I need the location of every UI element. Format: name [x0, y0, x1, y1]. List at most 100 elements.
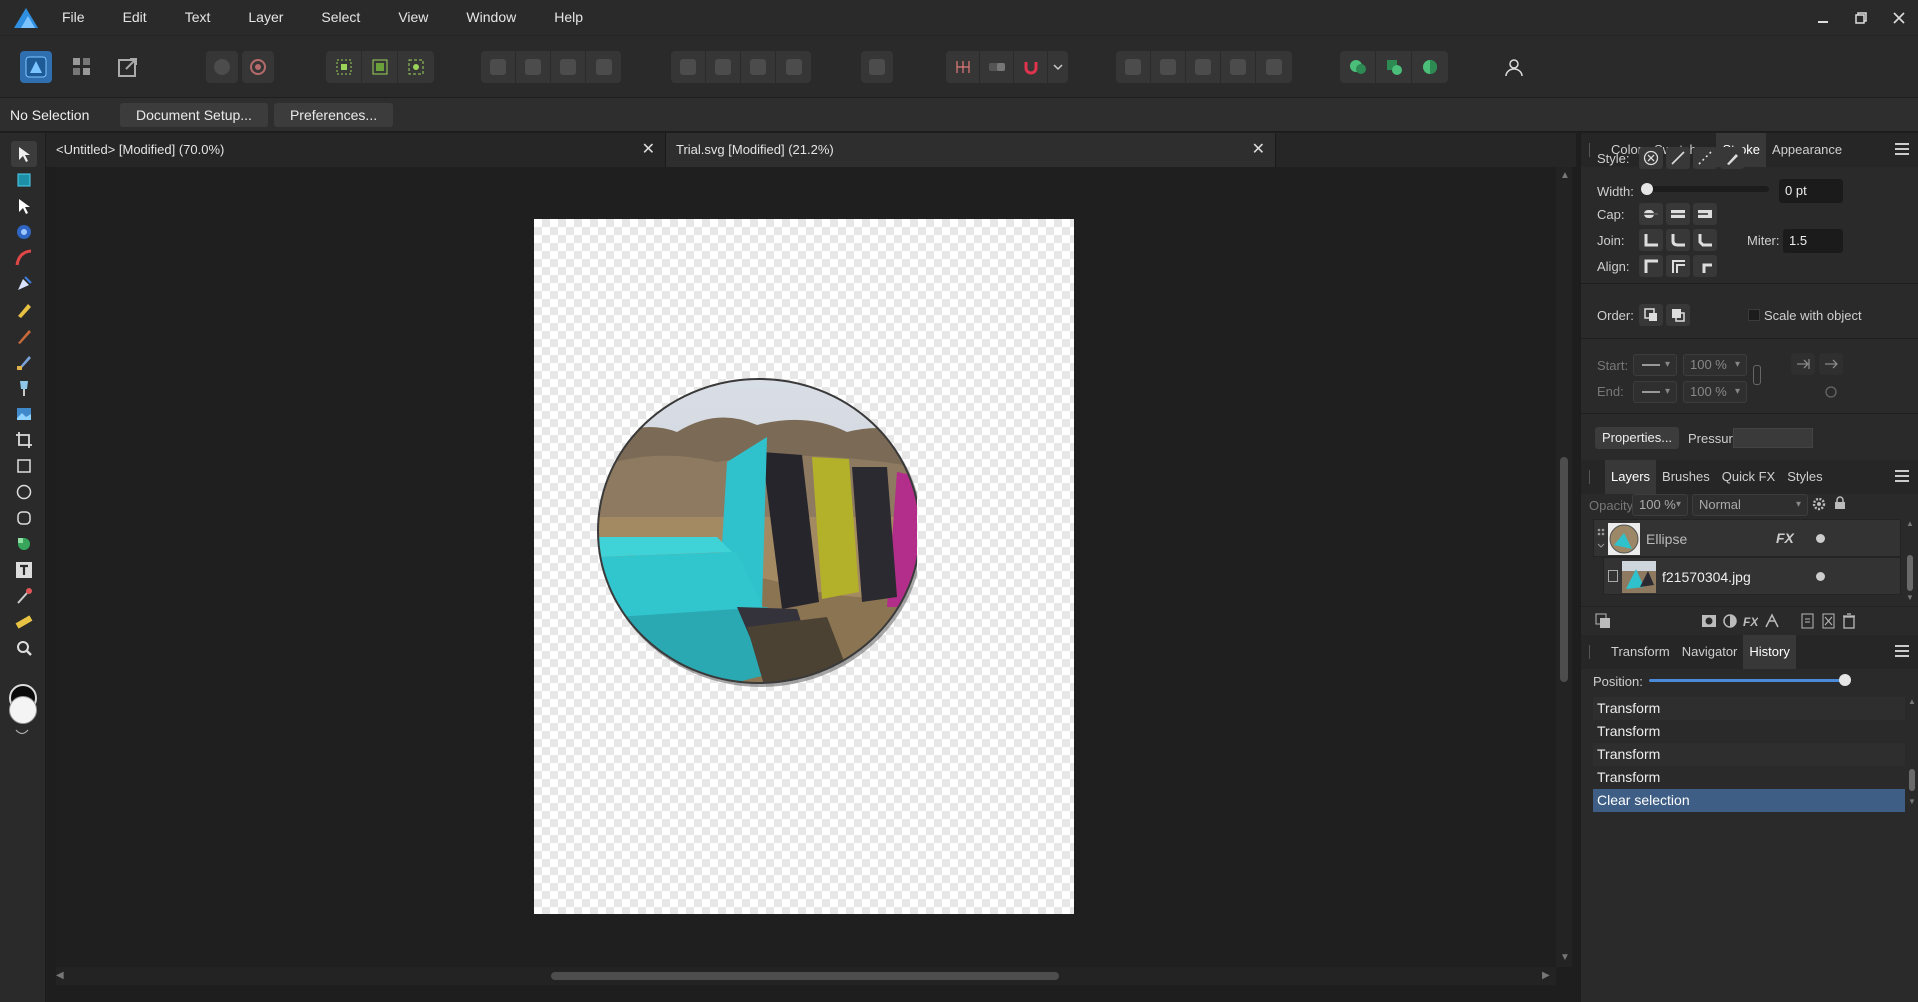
place-image-tool-icon[interactable]: [11, 401, 37, 427]
restore-icon[interactable]: [1842, 0, 1880, 35]
sync-icon[interactable]: [206, 51, 238, 83]
intersect-icon[interactable]: [1186, 51, 1221, 83]
menu-layer[interactable]: Layer: [229, 0, 302, 35]
menu-select[interactable]: Select: [302, 0, 379, 35]
opacity-dropdown[interactable]: 100 % ▾: [1632, 494, 1688, 516]
fill-tool-icon[interactable]: [11, 375, 37, 401]
properties-button[interactable]: Properties...: [1595, 427, 1679, 449]
preferences-button[interactable]: Preferences...: [273, 102, 394, 127]
order-front-icon[interactable]: [1666, 304, 1690, 326]
pixel-persona-icon[interactable]: [66, 51, 98, 83]
tab-navigator[interactable]: Navigator: [1676, 635, 1744, 669]
menu-file[interactable]: File: [62, 0, 104, 35]
tab-styles[interactable]: Styles: [1781, 460, 1828, 494]
swap-arrowheads-icon[interactable]: [1791, 353, 1815, 375]
tab-quick-fx[interactable]: Quick FX: [1716, 460, 1781, 494]
select-bounds-icon[interactable]: [362, 51, 398, 83]
width-field[interactable]: 0 pt: [1779, 179, 1843, 203]
affinity-designer-logo-icon[interactable]: [12, 6, 40, 30]
order-icon[interactable]: [551, 51, 586, 83]
delete-layer-icon[interactable]: [1841, 613, 1857, 629]
insert-inside-icon[interactable]: [1412, 51, 1448, 83]
close-tab-icon[interactable]: ✕: [1252, 133, 1265, 167]
cap-butt-icon[interactable]: [1639, 203, 1663, 225]
add-icon[interactable]: [1116, 51, 1151, 83]
select-nodes-icon[interactable]: [398, 51, 434, 83]
layer-row-image[interactable]: f21570304.jpg: [1603, 557, 1901, 595]
group-layer-icon[interactable]: [1821, 613, 1837, 629]
end-arrowhead-dropdown[interactable]: ▾: [1633, 381, 1677, 403]
snapping-dropdown-icon[interactable]: [1048, 51, 1068, 83]
close-tab-icon[interactable]: ✕: [642, 133, 655, 167]
history-position-knob[interactable]: [1839, 674, 1851, 686]
style-texture-icon[interactable]: [1720, 147, 1744, 169]
align-inside-stroke-icon[interactable]: [1666, 255, 1690, 277]
flip-icon[interactable]: [481, 51, 516, 83]
panel-menu-icon[interactable]: [1895, 470, 1909, 482]
tab-brushes[interactable]: Brushes: [1656, 460, 1716, 494]
ellipse-tool-icon[interactable]: [11, 479, 37, 505]
snapping-magnet-icon[interactable]: [1014, 51, 1048, 83]
pencil-tool-icon[interactable]: [11, 297, 37, 323]
style-none-icon[interactable]: [1639, 147, 1663, 169]
layers-scrollbar[interactable]: ▲ ▼: [1905, 519, 1915, 602]
start-arrowhead-dropdown[interactable]: ▾: [1633, 354, 1677, 376]
tab-transform[interactable]: Transform: [1605, 635, 1676, 669]
zoom-tool-icon[interactable]: [11, 635, 37, 661]
style-solid-icon[interactable]: [1666, 147, 1690, 169]
align-left-icon[interactable]: [671, 51, 706, 83]
menu-text[interactable]: Text: [166, 0, 230, 35]
insert-behind-icon[interactable]: [1340, 51, 1376, 83]
user-account-icon[interactable]: [1498, 51, 1530, 83]
vertical-scroll-thumb[interactable]: [1560, 457, 1568, 682]
history-entry[interactable]: Transform: [1593, 697, 1905, 720]
document-tab-untitled[interactable]: <Untitled> [Modified] (70.0%) ✕: [46, 133, 666, 167]
width-slider[interactable]: [1641, 183, 1769, 195]
order-behind-icon[interactable]: [1639, 304, 1663, 326]
align-right-icon[interactable]: [741, 51, 776, 83]
join-miter-icon[interactable]: [1639, 229, 1663, 251]
blend-mode-dropdown[interactable]: Normal ▾: [1692, 494, 1808, 516]
artboard[interactable]: [534, 219, 1074, 914]
link-scale-icon[interactable]: [1753, 365, 1761, 385]
vector-brush-tool-icon[interactable]: [11, 323, 37, 349]
live-filter-icon[interactable]: [1764, 613, 1780, 629]
visibility-dot-icon[interactable]: [1816, 572, 1825, 581]
menu-help[interactable]: Help: [535, 0, 602, 35]
vertical-scrollbar[interactable]: ▲ ▼: [1556, 167, 1572, 967]
cap-square-icon[interactable]: [1693, 203, 1717, 225]
rectangle-tool-icon[interactable]: [11, 453, 37, 479]
rounded-rectangle-tool-icon[interactable]: [11, 505, 37, 531]
panel-menu-icon[interactable]: [1895, 645, 1909, 657]
export-persona-icon[interactable]: [112, 51, 144, 83]
tab-history[interactable]: History: [1743, 635, 1796, 669]
arrange-icon[interactable]: [586, 51, 621, 83]
horizontal-scroll-thumb[interactable]: [551, 972, 1059, 980]
fx-layer-icon[interactable]: FX: [1742, 613, 1759, 629]
style-dashed-icon[interactable]: [1693, 147, 1717, 169]
join-round-icon[interactable]: [1666, 229, 1690, 251]
history-position-slider[interactable]: [1649, 674, 1851, 686]
scroll-left-icon[interactable]: ◀: [56, 970, 64, 981]
scroll-right-icon[interactable]: ▶: [1542, 970, 1550, 981]
ellipse-clipped-photo[interactable]: [597, 377, 917, 695]
width-slider-knob[interactable]: [1641, 183, 1653, 195]
snap-toggle-icon[interactable]: [980, 51, 1014, 83]
designer-persona-icon[interactable]: [20, 51, 52, 83]
artboard-tool-icon[interactable]: [11, 167, 37, 193]
layer-fx-icon[interactable]: FX: [1776, 530, 1794, 546]
horizontal-scrollbar[interactable]: ◀ ▶: [56, 967, 1556, 985]
start-scale-dropdown[interactable]: 100 % ▾: [1683, 354, 1747, 376]
layer-row-ellipse[interactable]: Ellipse FX: [1593, 519, 1901, 557]
canvas-area[interactable]: [56, 167, 1556, 967]
scroll-up-icon[interactable]: ▲: [1560, 170, 1570, 181]
menu-view[interactable]: View: [379, 0, 447, 35]
arrange-layers-icon[interactable]: [1595, 613, 1611, 629]
fill-color-well[interactable]: [9, 696, 37, 724]
scroll-down-icon[interactable]: ▼: [1560, 952, 1570, 963]
swap-colors-icon[interactable]: [14, 725, 30, 735]
divide-icon[interactable]: [1256, 51, 1292, 83]
align-center-stroke-icon[interactable]: [1639, 255, 1663, 277]
distribute-icon[interactable]: [861, 51, 893, 83]
close-window-icon[interactable]: [1880, 0, 1918, 35]
